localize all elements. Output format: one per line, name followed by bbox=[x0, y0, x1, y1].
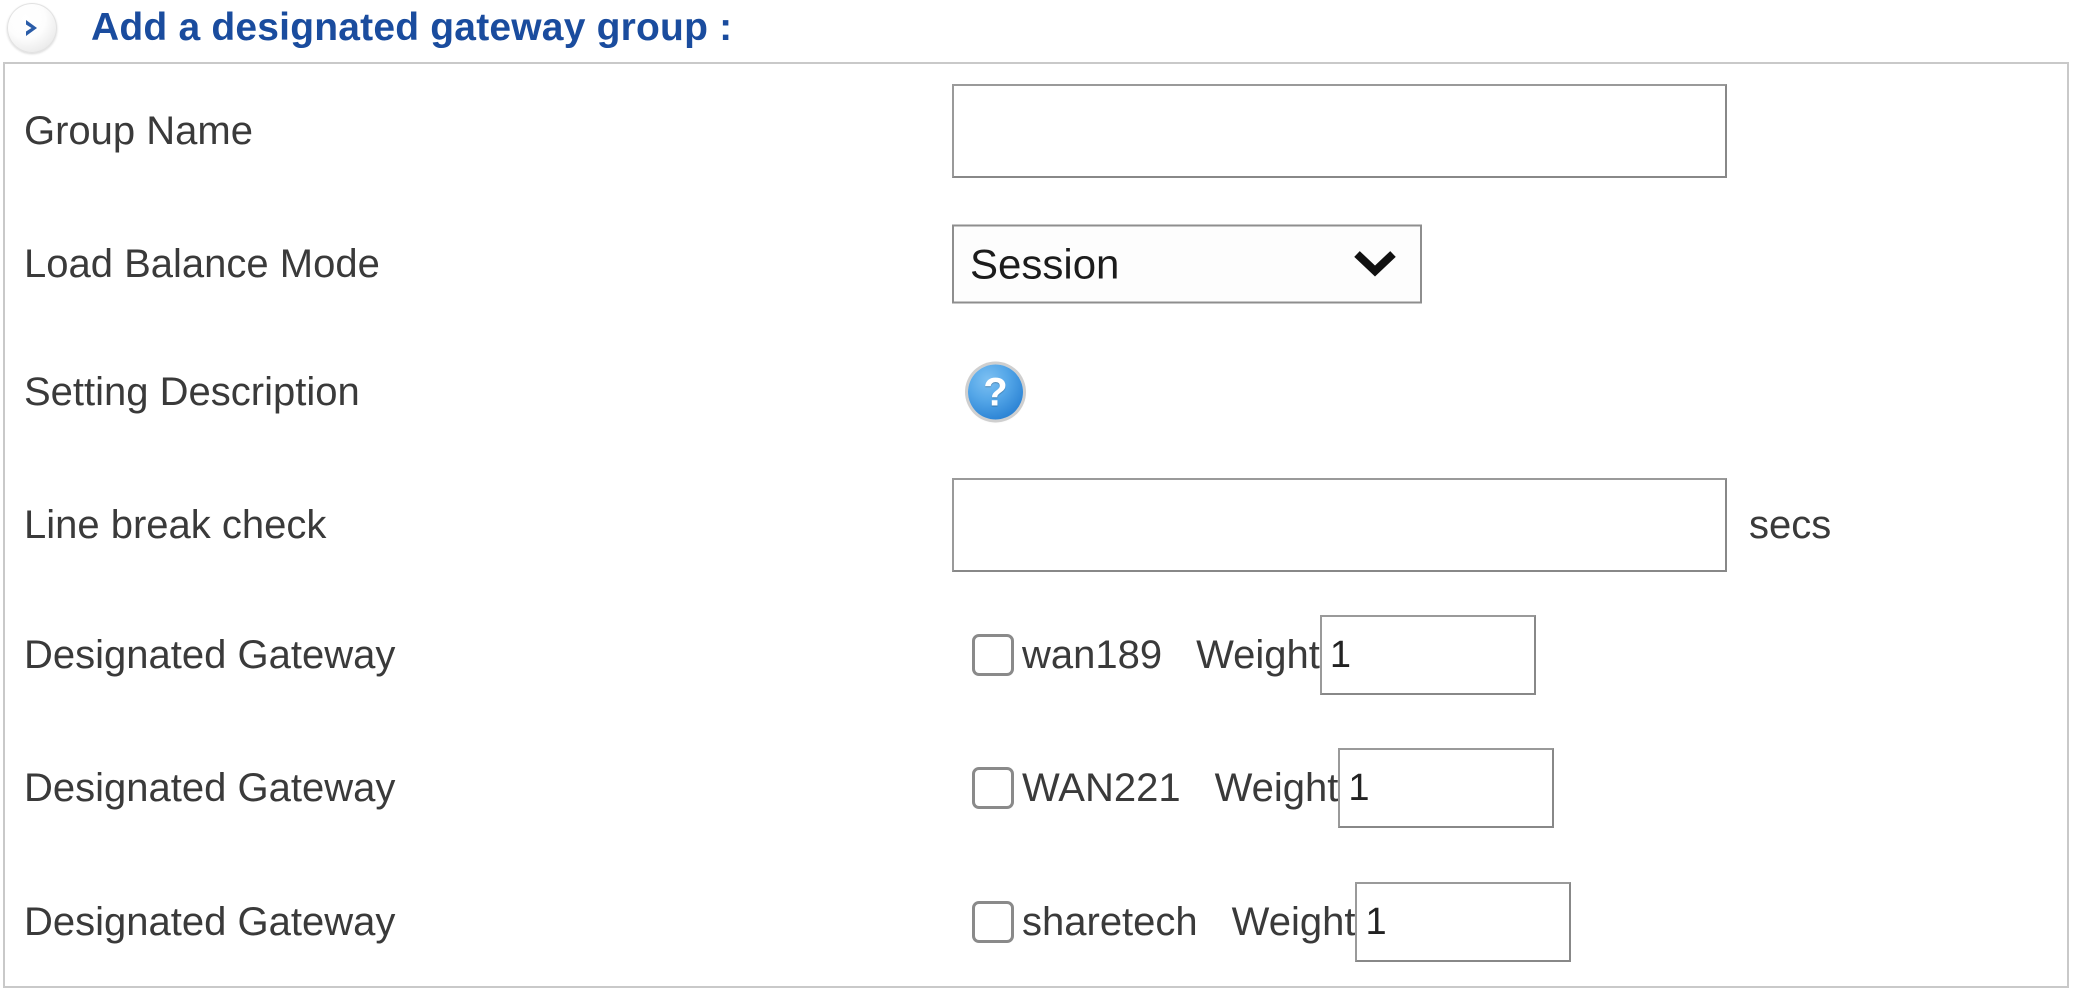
load-balance-mode-select[interactable]: Session bbox=[952, 224, 1422, 304]
gateway-name-label: wan189 bbox=[1022, 633, 1163, 677]
line-break-check-unit: secs bbox=[1749, 503, 1832, 547]
gateway-weight-input-sharetech[interactable] bbox=[1355, 882, 1572, 962]
load-balance-mode-value: Session bbox=[970, 240, 1120, 287]
line-break-check-input[interactable] bbox=[952, 478, 1727, 572]
gateway-group-page: Add a designated gateway group : Group N… bbox=[0, 0, 2076, 1003]
line-break-check-label: Line break check bbox=[24, 503, 327, 547]
gateway-checkbox-sharetech[interactable] bbox=[972, 901, 1014, 943]
weight-label: Weight bbox=[1214, 766, 1339, 810]
group-name-input[interactable] bbox=[952, 84, 1727, 178]
load-balance-mode-control: Session bbox=[952, 224, 1422, 304]
group-name-control bbox=[952, 84, 1727, 178]
setting-description-control: ? bbox=[968, 364, 1023, 420]
page-title: Add a designated gateway group : bbox=[91, 6, 733, 49]
designated-gateway-label: Designated Gateway bbox=[24, 900, 396, 944]
weight-label: Weight bbox=[1196, 633, 1320, 677]
line-break-check-control: secs bbox=[952, 478, 1831, 572]
gateway-checkbox-wan189[interactable] bbox=[972, 634, 1014, 676]
gateway-weight-input-wan189[interactable] bbox=[1319, 615, 1536, 695]
gateway-checkbox-wan221[interactable] bbox=[972, 767, 1014, 809]
panel-header: Add a designated gateway group : bbox=[0, 0, 732, 56]
designated-gateway-label: Designated Gateway bbox=[24, 633, 396, 677]
designated-gateway-control-3: sharetech Weight bbox=[972, 882, 1572, 962]
gateway-name-label: sharetech bbox=[1022, 900, 1198, 944]
designated-gateway-control-2: WAN221 Weight bbox=[972, 748, 1555, 828]
gateway-weight-input-wan221[interactable] bbox=[1338, 748, 1555, 828]
gateway-name-label: WAN221 bbox=[1022, 766, 1181, 810]
help-icon-glyph: ? bbox=[983, 370, 1008, 414]
chevron-right-circle-icon[interactable] bbox=[7, 3, 57, 53]
setting-description-label: Setting Description bbox=[24, 370, 360, 414]
load-balance-mode-label: Load Balance Mode bbox=[24, 242, 380, 286]
question-mark-help-icon[interactable]: ? bbox=[968, 364, 1023, 420]
weight-label: Weight bbox=[1231, 900, 1356, 944]
designated-gateway-control-1: wan189 Weight bbox=[972, 615, 1536, 695]
chevron-down-icon bbox=[1352, 247, 1398, 282]
group-name-label: Group Name bbox=[24, 109, 253, 153]
designated-gateway-label: Designated Gateway bbox=[24, 766, 396, 810]
